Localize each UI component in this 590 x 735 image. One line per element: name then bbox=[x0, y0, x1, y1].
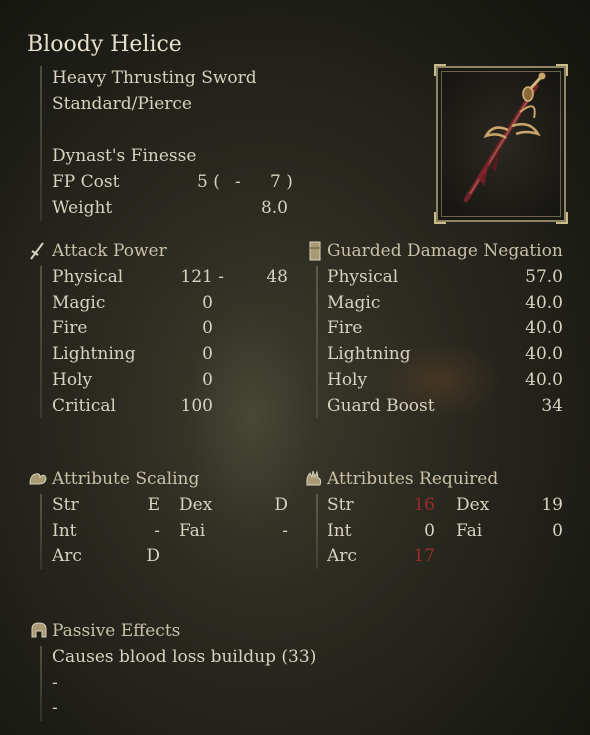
scaling-divider bbox=[40, 494, 42, 569]
shield-icon bbox=[309, 241, 321, 261]
weight-value: 8.0 bbox=[260, 198, 288, 218]
required-int-value: 0 bbox=[424, 521, 435, 541]
hand-icon bbox=[306, 470, 322, 486]
scaling-arc-value: D bbox=[146, 546, 160, 566]
bloody-helice-weapon-icon bbox=[463, 72, 546, 203]
required-fai-label: Fai bbox=[456, 521, 483, 541]
scaling-dex-label: Dex bbox=[179, 495, 213, 515]
scaling-int-label: Int bbox=[52, 521, 77, 541]
weapon-image-frame bbox=[434, 64, 568, 224]
fp-cost-label: FP Cost bbox=[52, 172, 120, 192]
attack-value: 0 bbox=[202, 344, 213, 364]
guarded-value: 34 bbox=[541, 396, 563, 416]
passive-effect: - bbox=[52, 698, 58, 718]
guarded-label: Guard Boost bbox=[327, 396, 435, 416]
passive-effect: Causes blood loss buildup (33) bbox=[52, 647, 317, 667]
guarded-value: 40.0 bbox=[525, 318, 563, 338]
attack-label: Lightning bbox=[52, 344, 136, 364]
scaling-str-value: E bbox=[147, 495, 160, 515]
attack-label: Fire bbox=[52, 318, 88, 338]
scaling-str-label: Str bbox=[52, 495, 79, 515]
scaling-fai-value: - bbox=[282, 521, 288, 541]
attack-value: 0 bbox=[202, 293, 213, 313]
required-fai-value: 0 bbox=[552, 521, 563, 541]
weight-label: Weight bbox=[52, 198, 113, 218]
arm-flex-icon bbox=[29, 473, 47, 485]
attack-value: 121 - bbox=[180, 267, 224, 287]
required-str-label: Str bbox=[327, 495, 354, 515]
required-header: Attributes Required bbox=[327, 469, 499, 489]
helmet-icon bbox=[31, 622, 47, 638]
guarded-label: Magic bbox=[327, 293, 381, 313]
required-divider bbox=[316, 494, 318, 569]
attack-divider bbox=[40, 266, 42, 418]
scaling-header: Attribute Scaling bbox=[52, 469, 200, 489]
required-arc-label: Arc bbox=[327, 546, 357, 566]
attack-label: Physical bbox=[52, 267, 124, 287]
info-divider bbox=[40, 66, 42, 221]
passive-divider bbox=[40, 646, 42, 721]
attack-value: 100 bbox=[180, 396, 213, 416]
required-dex-label: Dex bbox=[456, 495, 490, 515]
attack-extra: 48 bbox=[266, 267, 288, 287]
guarded-label: Lightning bbox=[327, 344, 411, 364]
required-arc-value: 17 bbox=[413, 546, 435, 566]
guarded-value: 40.0 bbox=[525, 344, 563, 364]
guarded-header: Guarded Damage Negation bbox=[327, 241, 563, 261]
attack-label: Magic bbox=[52, 293, 106, 313]
attack-label: Holy bbox=[52, 370, 93, 390]
fp-cost-open: 5 ( bbox=[197, 172, 220, 192]
fp-cost-close: 7 ) bbox=[270, 172, 293, 192]
skill-name: Dynast's Finesse bbox=[52, 146, 197, 166]
guarded-label: Fire bbox=[327, 318, 363, 338]
required-dex-value: 19 bbox=[541, 495, 563, 515]
guarded-value: 40.0 bbox=[525, 293, 563, 313]
guarded-label: Holy bbox=[327, 370, 368, 390]
damage-type: Standard/Pierce bbox=[52, 94, 192, 114]
attack-label: Critical bbox=[52, 396, 116, 416]
guarded-divider bbox=[316, 266, 318, 418]
weapon-type: Heavy Thrusting Sword bbox=[52, 68, 257, 88]
required-str-value: 16 bbox=[413, 495, 435, 515]
fp-cost-dash: - bbox=[235, 172, 241, 192]
passive-effect: - bbox=[52, 673, 58, 693]
guarded-value: 57.0 bbox=[525, 267, 563, 287]
attack-power-header: Attack Power bbox=[52, 241, 167, 261]
attack-value: 0 bbox=[202, 370, 213, 390]
guarded-value: 40.0 bbox=[525, 370, 563, 390]
sword-icon bbox=[30, 242, 44, 260]
scaling-fai-label: Fai bbox=[179, 521, 206, 541]
required-int-label: Int bbox=[327, 521, 352, 541]
scaling-arc-label: Arc bbox=[52, 546, 82, 566]
scaling-int-value: - bbox=[154, 521, 160, 541]
scaling-dex-value: D bbox=[274, 495, 288, 515]
passive-header: Passive Effects bbox=[52, 621, 181, 641]
attack-value: 0 bbox=[202, 318, 213, 338]
item-name: Bloody Helice bbox=[27, 32, 182, 57]
guarded-label: Physical bbox=[327, 267, 399, 287]
